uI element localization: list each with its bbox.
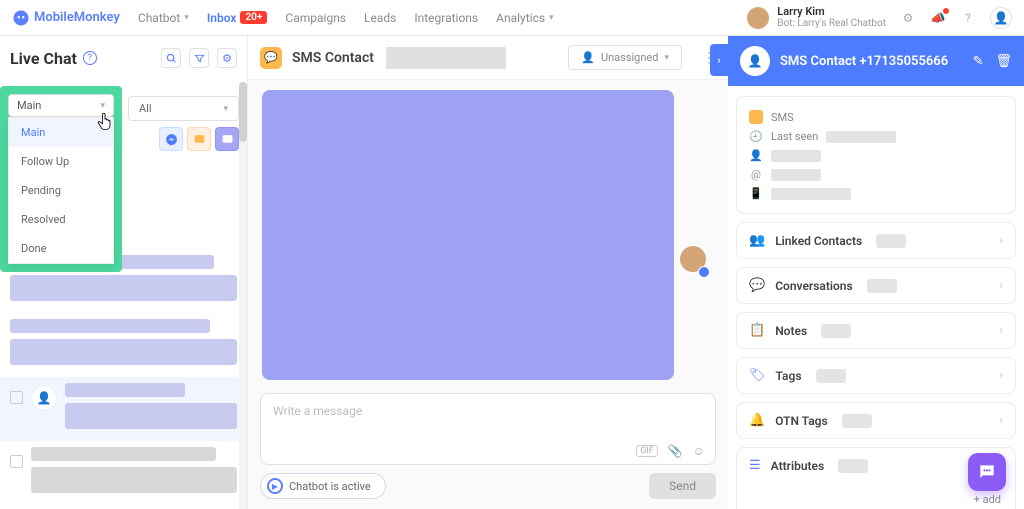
assignment-dropdown[interactable]: 👤Unassigned▾ — [568, 45, 682, 70]
folder-select[interactable]: Main▾ — [8, 94, 114, 117]
gif-icon[interactable]: GIF — [636, 445, 658, 457]
checkbox[interactable] — [10, 391, 23, 404]
message-composer: Write a message GIF 📎 ☺ — [260, 393, 716, 465]
sms-channel-icon: 💬 — [260, 47, 282, 69]
sidebar-title: Live Chat — [10, 49, 77, 68]
user-icon: 👤 — [749, 149, 763, 162]
brand-logo[interactable]: MobileMonkey — [12, 9, 120, 27]
message-input[interactable]: Write a message — [261, 394, 715, 438]
user-avatar[interactable] — [747, 7, 769, 29]
folder-option-pending[interactable]: Pending — [9, 176, 113, 205]
cursor-hand-icon — [95, 111, 115, 133]
section-otn-tags[interactable]: 🔔 OTN Tags › — [736, 402, 1016, 439]
emoji-icon[interactable]: ☺ — [693, 444, 705, 458]
announcements-icon[interactable]: 📣 — [930, 10, 946, 26]
email-icon: @ — [749, 168, 763, 181]
sidebar-settings-icon[interactable]: ⚙ — [217, 48, 237, 68]
folder-option-done[interactable]: Done — [9, 234, 113, 263]
folder-option-resolved[interactable]: Resolved — [9, 205, 113, 234]
otn-icon: 🔔 — [749, 413, 765, 428]
section-linked-contacts[interactable]: 👥 Linked Contacts › — [736, 222, 1016, 259]
chatbot-status-toggle[interactable]: ▶ Chatbot is active — [260, 473, 386, 499]
send-button[interactable]: Send — [649, 473, 716, 499]
folder-dropdown-menu: Main Follow Up Pending Resolved Done — [8, 117, 114, 264]
channel-web-icon[interactable] — [215, 127, 239, 151]
settings-icon[interactable]: ⚙ — [900, 10, 916, 26]
chat-header: 💬 SMS Contact 👤Unassigned▾ ⋮ — [248, 36, 728, 80]
filter-icon[interactable] — [189, 48, 209, 68]
channel-messenger-icon[interactable] — [159, 127, 183, 151]
attachment-icon[interactable]: 📎 — [668, 444, 683, 458]
conversation-item[interactable] — [0, 313, 247, 377]
nav-campaigns[interactable]: Campaigns — [285, 11, 346, 25]
contact-detail-panel: 👤 SMS Contact +17135055666 ✎ 🗑 SMS 🕘Last… — [728, 36, 1024, 509]
checkbox[interactable] — [10, 455, 23, 468]
phone-icon: 📱 — [749, 187, 763, 200]
sidebar-help-icon[interactable]: ? — [83, 51, 97, 65]
edit-icon[interactable]: ✎ — [973, 54, 984, 69]
nav-analytics[interactable]: Analytics ▾ — [496, 11, 553, 25]
clock-icon: 🕘 — [749, 130, 763, 143]
contact-title: SMS Contact +17135055666 — [780, 54, 948, 69]
conversation-list-panel: Live Chat ? ⚙ Main▾ Main Follow Up P — [0, 36, 248, 509]
contact-avatar: 👤 — [740, 46, 770, 76]
conversation-item[interactable]: 👤 — [0, 377, 247, 441]
top-nav: MobileMonkey Chatbot ▾ Inbox 20+ Campaig… — [0, 0, 1024, 36]
conversations-icon: 💬 — [749, 278, 765, 293]
account-icon[interactable]: 👤 — [990, 7, 1012, 29]
contact-header: 👤 SMS Contact +17135055666 ✎ 🗑 — [728, 36, 1024, 86]
add-attribute-link[interactable]: + add — [749, 489, 1003, 509]
collapse-panel-icon[interactable]: › — [710, 44, 728, 76]
section-conversations[interactable]: 💬 Conversations › — [736, 267, 1016, 304]
chat-widget-fab[interactable] — [968, 453, 1006, 491]
avatar-placeholder-icon: 👤 — [31, 385, 57, 411]
notes-icon: 📋 — [749, 323, 765, 338]
help-icon[interactable]: ? — [960, 10, 976, 26]
message-bubble — [262, 90, 674, 380]
section-notes[interactable]: 📋 Notes › — [736, 312, 1016, 349]
scrollbar[interactable] — [239, 82, 247, 509]
folder-option-followup[interactable]: Follow Up — [9, 147, 113, 176]
search-icon[interactable] — [161, 48, 181, 68]
filter-select[interactable]: All▾ — [128, 96, 239, 121]
sms-mini-icon — [749, 110, 763, 124]
conversation-item[interactable] — [0, 441, 247, 505]
delete-icon[interactable]: 🗑 — [995, 54, 1012, 69]
nav-chatbot[interactable]: Chatbot ▾ — [138, 11, 189, 25]
user-info: Larry Kim Bot: Larry's Real Chatbot — [777, 6, 886, 29]
nav-leads[interactable]: Leads — [364, 11, 396, 25]
nav-inbox[interactable]: Inbox 20+ — [207, 11, 268, 25]
chat-messages — [248, 80, 728, 393]
channel-badge-icon — [698, 266, 710, 278]
chat-title: SMS Contact — [292, 50, 374, 66]
linked-icon: 👥 — [749, 233, 765, 248]
tags-icon: 🏷 — [749, 368, 766, 383]
attributes-icon: ☰ — [749, 458, 761, 473]
nav-integrations[interactable]: Integrations — [414, 11, 478, 25]
section-tags[interactable]: 🏷 Tags › — [736, 357, 1016, 394]
redacted-name — [386, 47, 506, 69]
folder-dropdown-highlight: Main▾ Main Follow Up Pending Resolved Do… — [0, 86, 122, 272]
inbox-badge: 20+ — [240, 11, 267, 24]
chat-panel: 💬 SMS Contact 👤Unassigned▾ ⋮ Write a mes… — [248, 36, 728, 509]
conversation-item[interactable] — [0, 505, 247, 509]
contact-meta: SMS 🕘Last seen 👤 @ 📱 — [736, 96, 1016, 214]
channel-sms-icon[interactable] — [187, 127, 211, 151]
